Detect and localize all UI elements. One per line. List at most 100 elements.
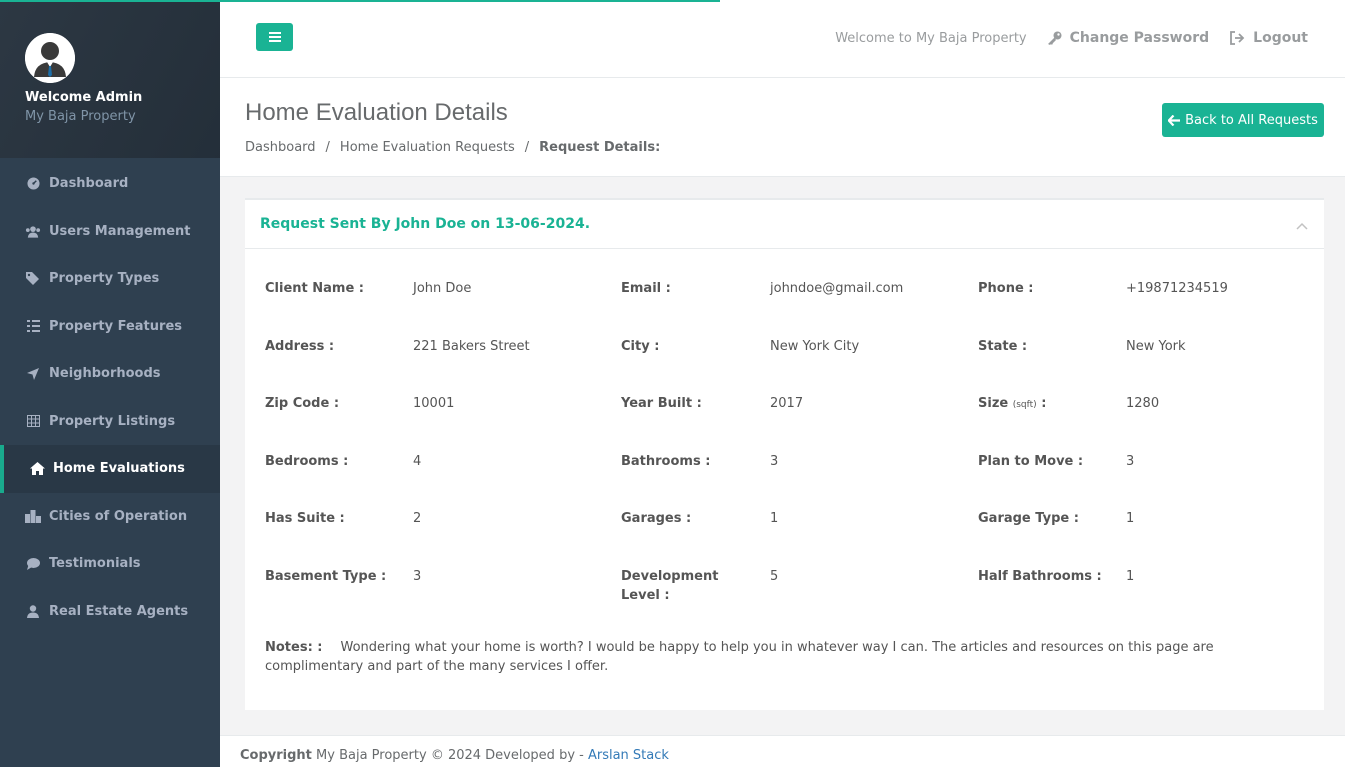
logout-label: Logout xyxy=(1253,30,1308,46)
loading-progress-line xyxy=(0,0,720,2)
sidebar-item-neighborhoods[interactable]: Neighborhoods xyxy=(0,350,220,398)
client-name-label: Client Name : xyxy=(265,281,365,296)
state-label: State : xyxy=(978,338,1028,354)
menu-toggle-button[interactable] xyxy=(256,23,293,51)
comment-icon xyxy=(25,556,41,572)
phone-label: Phone : xyxy=(978,281,1034,296)
top-navbar: Welcome to My Baja Property Change Passw… xyxy=(220,0,1345,78)
details-grid: Client Name : John Doe Email : johndoe@g… xyxy=(265,279,1310,625)
page-title: Home Evaluation Details xyxy=(245,99,508,126)
year-built-value: 2017 xyxy=(770,396,804,412)
address-value: 221 Bakers Street xyxy=(413,338,530,354)
details-row: Basement Type : 3 Development Level : 5 … xyxy=(265,567,1310,625)
notes-text: Wondering what your home is worth? I wou… xyxy=(265,640,1214,674)
sign-out-icon xyxy=(1230,31,1245,45)
plan-to-move-value: 3 xyxy=(1126,453,1135,469)
details-row: Zip Code : 10001 Year Built : 2017 Size … xyxy=(265,394,1310,452)
size-label: Size (sqft) : xyxy=(978,394,1046,415)
arrow-left-icon xyxy=(1168,114,1181,126)
email-value: johndoe@gmail.com xyxy=(770,281,904,296)
breadcrumb-separator: / xyxy=(325,140,330,155)
sidebar-item-property-features[interactable]: Property Features xyxy=(0,303,220,351)
breadcrumb-dashboard[interactable]: Dashboard xyxy=(245,140,316,155)
developer-link[interactable]: Arslan Stack xyxy=(588,748,669,763)
sidebar-item-real-estate-agents[interactable]: Real Estate Agents xyxy=(0,588,220,636)
welcome-admin-text: Welcome Admin xyxy=(25,90,143,105)
tags-icon xyxy=(25,271,41,287)
notes-section: Notes: : Wondering what your home is wort… xyxy=(265,638,1310,676)
bedrooms-label: Bedrooms : xyxy=(265,453,349,469)
sidebar-item-label: Property Listings xyxy=(49,413,176,429)
details-row: Bedrooms : 4 Bathrooms : 3 Plan to Move … xyxy=(265,452,1310,510)
breadcrumb-home-evaluation-requests[interactable]: Home Evaluation Requests xyxy=(340,140,515,155)
breadcrumb: Dashboard / Home Evaluation Requests / Reque… xyxy=(245,140,660,155)
size-colon: : xyxy=(1036,396,1047,412)
city-icon xyxy=(25,508,41,524)
size-unit: (sqft) xyxy=(1012,400,1037,411)
back-button-label: Back to All Requests xyxy=(1185,112,1318,128)
welcome-message: Welcome to My Baja Property xyxy=(835,30,1027,46)
sidebar-profile: Welcome Admin My Baja Property xyxy=(0,0,220,158)
sidebar-item-label: Home Evaluations xyxy=(53,461,185,477)
garage-type-label: Garage Type : xyxy=(978,511,1079,527)
notes-label: Notes: : xyxy=(265,640,323,655)
topbar-right: Welcome to My Baja Property Change Passw… xyxy=(835,30,1308,46)
address-label: Address : xyxy=(265,338,335,354)
sidebar: Welcome Admin My Baja Property Dashboard… xyxy=(0,0,220,767)
sidebar-item-label: Testimonials xyxy=(49,556,141,572)
site-name-text: My Baja Property xyxy=(25,109,136,124)
chevron-up-icon[interactable] xyxy=(1296,219,1308,234)
request-details-panel: Request Sent By John Doe on 13-06-2024. … xyxy=(245,198,1324,710)
sidebar-item-label: Dashboard xyxy=(49,176,129,192)
details-row: Address : 221 Bakers Street City : New Y… xyxy=(265,337,1310,395)
sidebar-item-label: Neighborhoods xyxy=(49,366,161,382)
page-heading: Home Evaluation Details Dashboard / Home E… xyxy=(220,78,1345,177)
breadcrumb-separator: / xyxy=(524,140,530,155)
half-bathrooms-value: 1 xyxy=(1126,568,1135,584)
garages-value: 1 xyxy=(770,511,779,527)
sidebar-item-home-evaluations[interactable]: Home Evaluations xyxy=(0,445,220,493)
footer-copyright-label: Copyright xyxy=(240,748,312,763)
has-suite-label: Has Suite : xyxy=(265,511,345,527)
city-value: New York City xyxy=(770,338,860,354)
garages-label: Garages : xyxy=(621,511,692,527)
basement-type-label: Basement Type : xyxy=(265,568,387,584)
list-icon xyxy=(25,318,41,334)
sidebar-item-label: Real Estate Agents xyxy=(49,603,189,619)
breadcrumb-current: Request Details: xyxy=(539,140,661,155)
back-to-all-requests-button[interactable]: Back to All Requests xyxy=(1162,103,1324,137)
zip-code-value: 10001 xyxy=(413,396,455,412)
sidebar-item-testimonials[interactable]: Testimonials xyxy=(0,540,220,588)
sidebar-item-label: Cities of Operation xyxy=(49,508,188,524)
panel-title: Request Sent By John Doe on 13-06-2024. xyxy=(260,216,591,232)
table-icon xyxy=(25,413,41,429)
sidebar-item-users-management[interactable]: Users Management xyxy=(0,208,220,256)
key-icon xyxy=(1047,31,1062,45)
client-name-value: John Doe xyxy=(413,281,472,296)
logout-link[interactable]: Logout xyxy=(1229,30,1308,46)
users-icon xyxy=(25,223,41,239)
phone-value: +19871234519 xyxy=(1126,281,1228,296)
plan-to-move-label: Plan to Move : xyxy=(978,453,1084,469)
bars-icon xyxy=(268,32,281,42)
details-row: Has Suite : 2 Garages : 1 Garage Type : … xyxy=(265,509,1310,567)
basement-type-value: 3 xyxy=(413,568,422,584)
bedrooms-value: 4 xyxy=(413,453,422,469)
change-password-link[interactable]: Change Password xyxy=(1047,30,1209,46)
panel-header: Request Sent By John Doe on 13-06-2024. xyxy=(245,200,1324,249)
user-icon xyxy=(25,603,41,619)
sidebar-item-dashboard[interactable]: Dashboard xyxy=(0,160,220,208)
sidebar-item-cities-of-operation[interactable]: Cities of Operation xyxy=(0,493,220,541)
sidebar-nav: Dashboard Users Management Property Type… xyxy=(0,160,220,635)
size-value: 1280 xyxy=(1126,396,1160,412)
year-built-label: Year Built : xyxy=(621,396,702,412)
sidebar-item-property-types[interactable]: Property Types xyxy=(0,255,220,303)
bathrooms-label: Bathrooms : xyxy=(621,453,711,469)
sidebar-item-property-listings[interactable]: Property Listings xyxy=(0,398,220,446)
footer-text: My Baja Property © 2024 Developed by - xyxy=(311,748,588,763)
state-value: New York xyxy=(1126,338,1186,354)
avatar[interactable] xyxy=(25,33,75,83)
location-arrow-icon xyxy=(25,366,41,382)
half-bathrooms-label: Half Bathrooms : xyxy=(978,568,1102,584)
sidebar-item-label: Property Types xyxy=(49,271,160,287)
